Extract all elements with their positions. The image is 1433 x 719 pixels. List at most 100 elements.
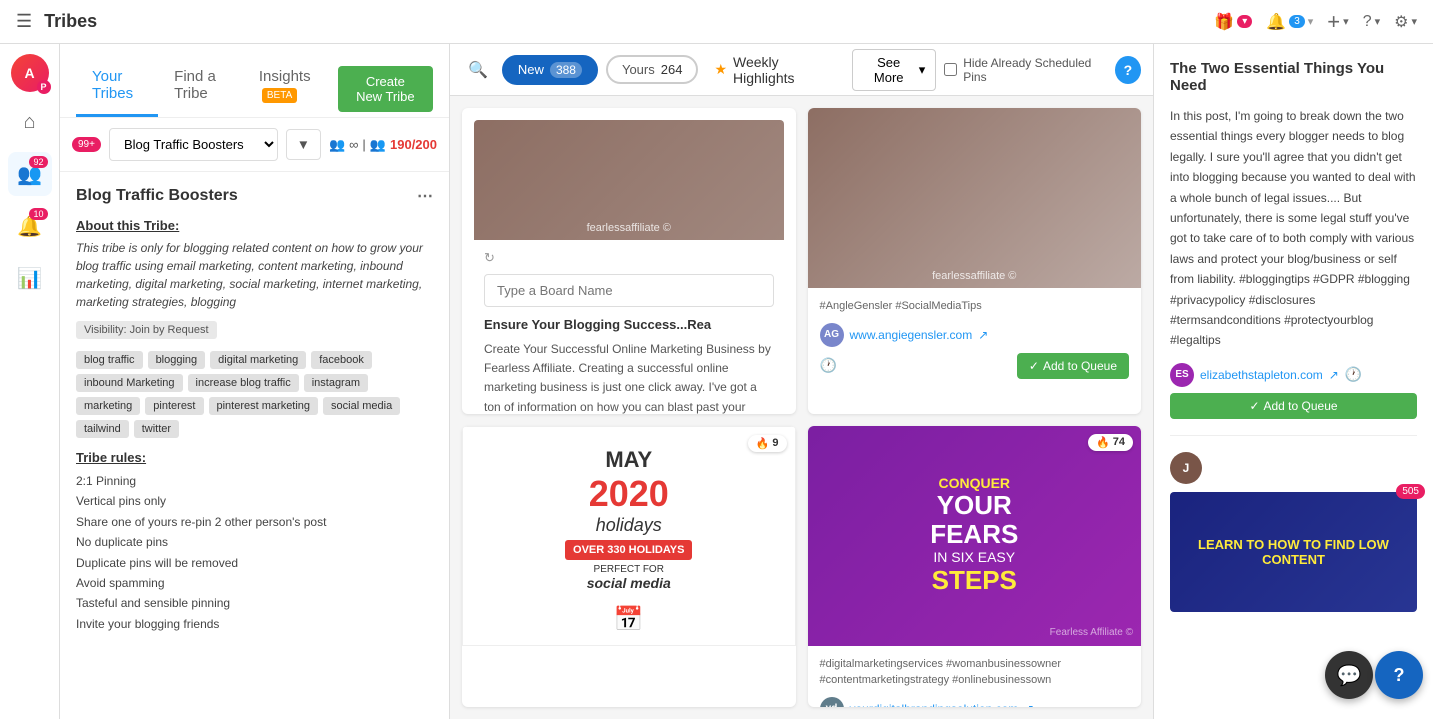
right-bottom-avatar-row: J (1170, 452, 1417, 484)
tag-inbound-marketing[interactable]: inbound Marketing (76, 374, 183, 392)
refresh-icon[interactable]: ↻ (484, 250, 495, 266)
tribe-options-button[interactable]: ▼ (286, 129, 321, 160)
calendar-icon: 📅 (614, 605, 644, 634)
new-count: 388 (550, 62, 582, 78)
rule-2: Vertical pins only (76, 491, 433, 511)
help-button[interactable]: ? (1115, 56, 1141, 84)
hide-scheduled-label: Hide Already Scheduled Pins (963, 56, 1107, 84)
tag-increase-blog-traffic[interactable]: increase blog traffic (188, 374, 299, 392)
tag-blogging[interactable]: blogging (148, 351, 206, 369)
help-icon[interactable]: ? ▾ (1363, 13, 1380, 31)
tab-yours[interactable]: Yours 264 (606, 55, 698, 84)
right-source: ES elizabethstapleton.com ↗ 🕐 (1170, 363, 1417, 387)
fire-icon-4: 🔥 (1096, 436, 1110, 449)
content-area: 🔍 New 388 Yours 264 ★ Weekly Highlights … (450, 44, 1153, 719)
tag-twitter[interactable]: twitter (134, 420, 179, 438)
right-add-queue-button[interactable]: ✓ Add to Queue (1170, 393, 1417, 419)
right-bottom-wrap: LEARN TO HOW TO FIND LOW CONTENT 505 (1170, 492, 1417, 612)
tag-tailwind[interactable]: tailwind (76, 420, 129, 438)
bottom-avatar: J (1170, 452, 1202, 484)
hide-scheduled-checkbox[interactable] (944, 63, 957, 76)
post-card-1: fearlessaffiliate © ↻ Ensure Your Bloggi… (462, 108, 796, 414)
pin-count-4: 🔥 74 (1088, 434, 1133, 451)
right-bottom-card: J LEARN TO HOW TO FIND LOW CONTENT 505 (1170, 435, 1417, 612)
tribe-member-count: 👥 (370, 137, 386, 153)
settings-icon[interactable]: ⚙ ▾ (1394, 12, 1417, 32)
notification-icon[interactable]: 🔔 3 ▾ (1266, 12, 1313, 32)
conquer-credit: Fearless Affiliate © (1050, 627, 1133, 638)
rule-3: Share one of yours re-pin 2 other person… (76, 512, 433, 532)
tag-blog-traffic[interactable]: blog traffic (76, 351, 143, 369)
hamburger-icon[interactable]: ☰ (16, 11, 32, 32)
top-bar: ☰ Tribes 🎁 ▾ 🔔 3 ▾ + ▾ ? ▾ ⚙ ▾ (0, 0, 1433, 44)
main-layout: Your Tribes Find a Tribe Insights BETA C… (60, 44, 1433, 719)
source-avatar-4: yd (820, 697, 844, 708)
yours-count: 264 (661, 62, 683, 77)
bottom-badge: 505 (1396, 484, 1425, 499)
see-more-button[interactable]: See More ▾ (852, 49, 937, 91)
chat-button[interactable]: 💬 (1325, 651, 1373, 699)
beta-badge: BETA (262, 88, 297, 103)
post-tags-2: #AngleGensler #SocialMediaTips (820, 298, 1130, 315)
add-to-queue-button-2[interactable]: ✓ Add to Queue (1017, 353, 1129, 379)
rule-7: Tasteful and sensible pinning (76, 593, 433, 613)
rules-list: 2:1 Pinning Vertical pins only Share one… (76, 471, 433, 634)
right-avatar: ES (1170, 363, 1194, 387)
post-4-content: #digitalmarketingservices #womanbusiness… (808, 646, 1142, 708)
tab-your-tribes[interactable]: Your Tribes (76, 60, 158, 117)
right-panel-title: The Two Essential Things You Need (1170, 60, 1417, 94)
content-tabs: 🔍 New 388 Yours 264 ★ Weekly Highlights … (450, 44, 1153, 96)
tribe-selector-row: 99+ Blog Traffic Boosters ▼ 👥 ∞ | 👥 190/… (60, 118, 449, 172)
search-button[interactable]: 🔍 (462, 54, 494, 86)
right-external-icon[interactable]: ↗ (1329, 368, 1339, 382)
board-name-input[interactable] (484, 274, 774, 307)
pinterest-badge: P (37, 80, 51, 94)
tag-instagram[interactable]: instagram (304, 374, 368, 392)
tag-digital-marketing[interactable]: digital marketing (210, 351, 306, 369)
tab-insights[interactable]: Insights BETA (243, 60, 338, 117)
action-row-2: 🕐 ✓ Add to Queue (820, 353, 1130, 379)
post-desc-1: Create Your Successful Online Marketing … (484, 340, 774, 414)
tribe-info: Blog Traffic Boosters ⋯ About this Tribe… (60, 172, 449, 719)
source-avatar-2: AG (820, 323, 844, 347)
tag-marketing[interactable]: marketing (76, 397, 140, 415)
year-label: 2020 (565, 473, 692, 515)
add-icon[interactable]: + ▾ (1327, 9, 1348, 35)
fire-icon-3: 🔥 (756, 437, 770, 450)
left-sidebar: A P ⌂ 👥 92 🔔 10 📊 (0, 44, 60, 719)
tag-pinterest-marketing[interactable]: pinterest marketing (209, 397, 319, 415)
right-url[interactable]: elizabethstapleton.com (1200, 368, 1323, 382)
right-bottom-image: LEARN TO HOW TO FIND LOW CONTENT (1170, 492, 1417, 612)
sidebar-item-tribes[interactable]: 👥 92 (8, 152, 52, 196)
chevron-down-icon: ▾ (919, 62, 926, 78)
external-link-icon-4[interactable]: ↗ (1024, 702, 1034, 708)
sidebar-item-notifications[interactable]: 🔔 10 (8, 204, 52, 248)
over-count: OVER 330 HOLIDAYS (565, 540, 692, 560)
source-url-2[interactable]: www.angiegensler.com (850, 328, 973, 342)
tab-new[interactable]: New 388 (502, 55, 598, 85)
clock-icon-2: 🕐 (820, 357, 837, 374)
tribe-options-icon[interactable]: ⋯ (417, 186, 433, 206)
tag-pinterest[interactable]: pinterest (145, 397, 203, 415)
bottom-image-text: LEARN TO HOW TO FIND LOW CONTENT (1180, 537, 1407, 567)
sidebar-item-analytics[interactable]: 📊 (8, 256, 52, 300)
tag-facebook[interactable]: facebook (311, 351, 372, 369)
member-icon: 👥 (329, 137, 345, 153)
rule-8: Invite your blogging friends (76, 614, 433, 634)
new-label: New (518, 62, 544, 77)
help-float-button[interactable]: ? (1375, 651, 1423, 699)
source-url-4[interactable]: yourdigitalbrandingsolution.com (850, 702, 1019, 708)
conquer-content: CONQUER YOUR FEARS IN SIX EASY STEPS (930, 475, 1018, 595)
tab-find-tribe[interactable]: Find a Tribe (158, 60, 243, 117)
user-avatar[interactable]: A P (11, 54, 49, 92)
create-tribe-button[interactable]: Create New Tribe (338, 66, 433, 112)
conquer-fears: FEARS (930, 520, 1018, 549)
tribe-selector-dropdown[interactable]: Blog Traffic Boosters (109, 128, 278, 161)
star-icon: ★ (714, 61, 727, 78)
top-bar-icons: 🎁 ▾ 🔔 3 ▾ + ▾ ? ▾ ⚙ ▾ (1214, 9, 1417, 35)
sidebar-item-home[interactable]: ⌂ (8, 100, 52, 144)
hide-scheduled: Hide Already Scheduled Pins (944, 56, 1107, 84)
gift-icon[interactable]: 🎁 ▾ (1214, 12, 1252, 32)
external-link-icon-2[interactable]: ↗ (978, 328, 988, 342)
tag-social-media[interactable]: social media (323, 397, 400, 415)
